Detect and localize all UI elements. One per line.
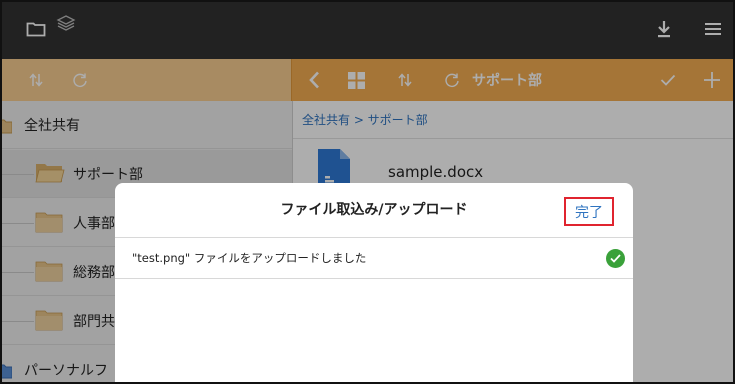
dialog-title: ファイル取込み/アップロード: [280, 202, 468, 218]
dialog-header: ファイル取込み/アップロード 完了: [115, 183, 633, 238]
upload-dialog: ファイル取込み/アップロード 完了 "test.png" ファイルをアップロード…: [115, 183, 633, 382]
success-check-icon: [606, 249, 625, 268]
done-button[interactable]: 完了: [564, 197, 614, 226]
upload-message: "test.png" ファイルをアップロードしました: [132, 251, 367, 265]
app-window: サポート部 全社共有 サポート部 人事部 総務部 部門共 パーソナルフ 全社共有…: [0, 0, 735, 384]
upload-result-row: "test.png" ファイルをアップロードしました: [115, 238, 633, 279]
